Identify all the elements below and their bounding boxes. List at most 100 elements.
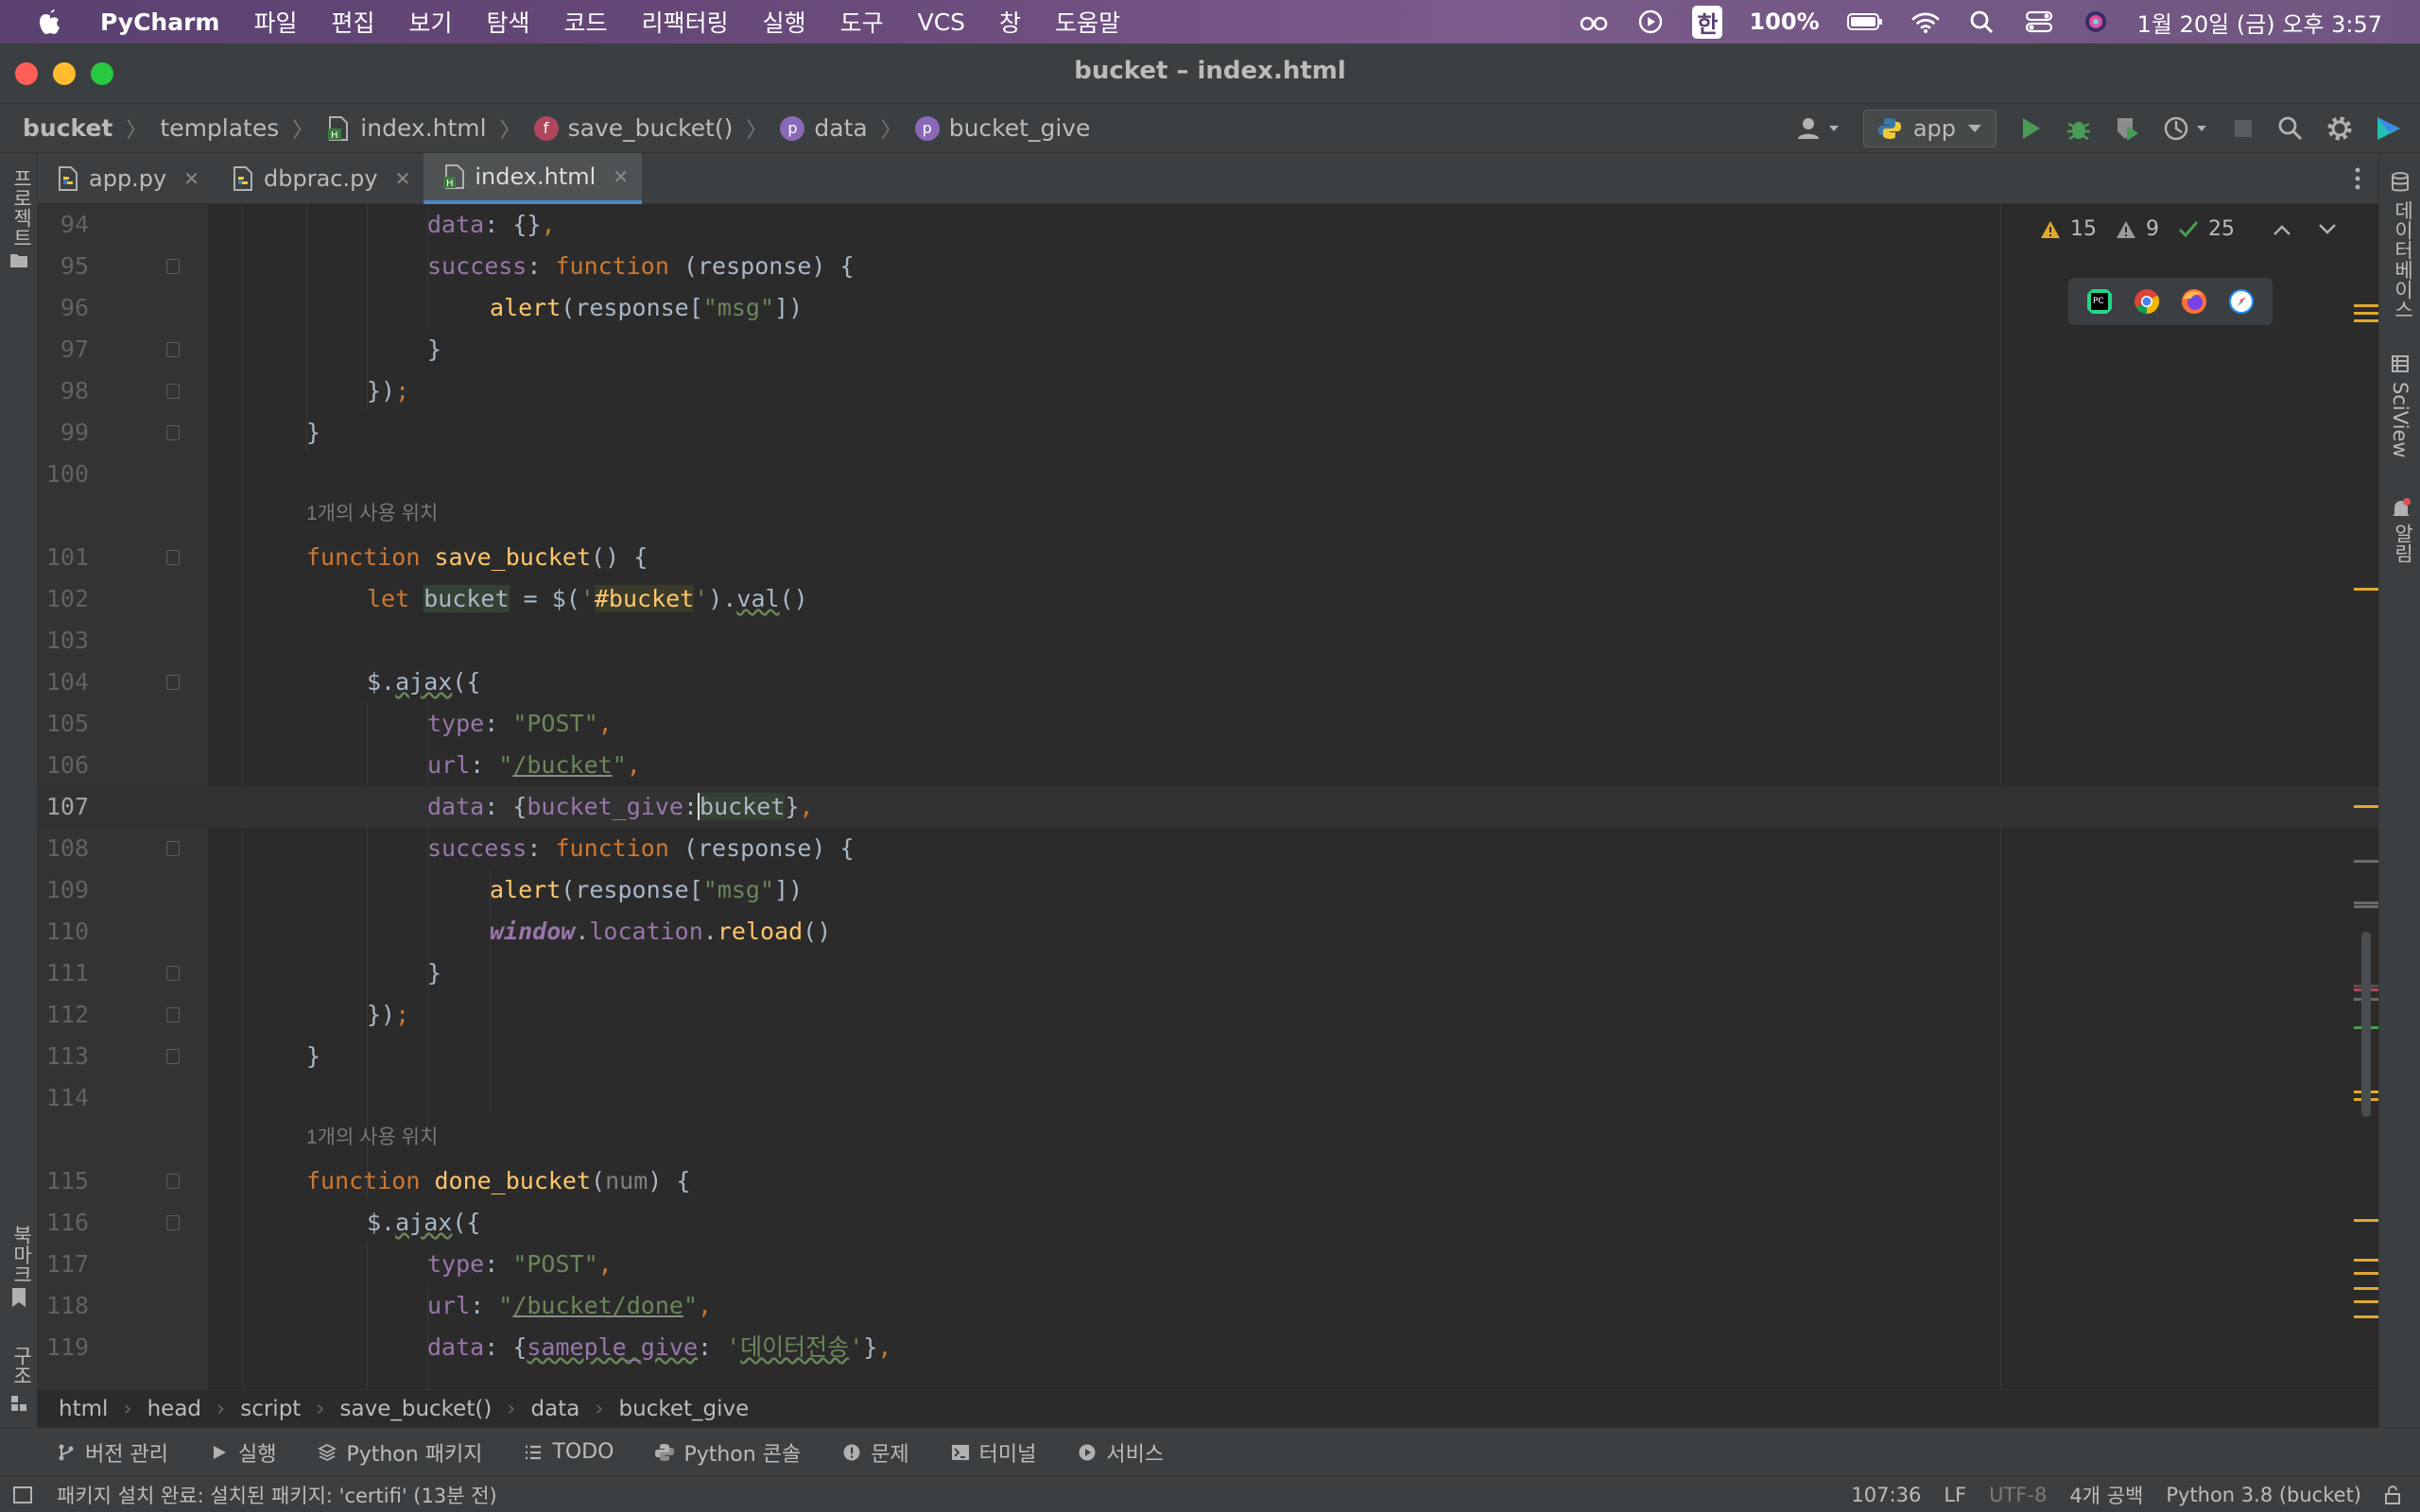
- unlock-icon[interactable]: [2384, 1485, 2401, 1505]
- warning-marker[interactable]: [2354, 1300, 2378, 1303]
- code-line[interactable]: 115 function done_bucket(num) {: [38, 1160, 2378, 1202]
- plugin-logo-icon[interactable]: [2375, 114, 2403, 143]
- project-tool-button[interactable]: 프로젝트: [8, 168, 36, 248]
- fold-marker[interactable]: [166, 342, 180, 357]
- breadcrumb-script[interactable]: script: [240, 1397, 301, 1421]
- more-vertical-icon[interactable]: [2354, 166, 2361, 191]
- warning-marker[interactable]: [2354, 312, 2378, 315]
- sciview-icon[interactable]: [2392, 355, 2409, 372]
- code-line-current[interactable]: 107 data: {bucket_give:bucket},: [38, 786, 2378, 828]
- nav-crumb-bucket-give[interactable]: p bucket_give: [914, 114, 1090, 142]
- input-method-indicator[interactable]: 한: [1692, 5, 1723, 39]
- warning-marker[interactable]: [2354, 588, 2378, 591]
- python-interpreter[interactable]: Python 3.8 (bucket): [2166, 1484, 2361, 1506]
- wifi-icon[interactable]: [1910, 9, 1941, 35]
- menu-app-name[interactable]: PyCharm: [100, 9, 219, 36]
- code-line[interactable]: 114: [38, 1077, 2378, 1119]
- code-line[interactable]: 112});: [38, 994, 2378, 1036]
- code-line[interactable]: 110 window.location.reload(): [38, 911, 2378, 953]
- fold-marker[interactable]: [166, 1007, 180, 1022]
- database-tool-button[interactable]: 데이터베이스: [2389, 200, 2417, 319]
- weak-warning-marker[interactable]: [2354, 905, 2378, 908]
- tab-index-html[interactable]: H index.html ✕: [424, 153, 643, 204]
- run-with-coverage-icon[interactable]: [2114, 114, 2142, 143]
- tab-dbprac-py[interactable]: dbprac.py ✕: [213, 153, 424, 204]
- sciview-tool-button[interactable]: SciView: [2389, 382, 2411, 458]
- toolwindow-todo[interactable]: TODO: [524, 1440, 614, 1464]
- warning-marker[interactable]: [2354, 1272, 2378, 1275]
- caret-position[interactable]: 107:36: [1851, 1484, 1921, 1506]
- structure-tool-button[interactable]: 구조: [8, 1346, 36, 1385]
- error-stripe[interactable]: [2350, 204, 2378, 1389]
- menu-help[interactable]: 도움말: [1055, 5, 1120, 39]
- close-tab-icon[interactable]: ✕: [395, 167, 411, 190]
- code-line[interactable]: 100: [38, 454, 2378, 495]
- control-center-icon[interactable]: [2024, 9, 2054, 35]
- breadcrumb-data[interactable]: data: [531, 1397, 580, 1421]
- user-menu-icon[interactable]: [1795, 114, 1842, 143]
- bookmarks-tool-button[interactable]: 북마크: [8, 1225, 36, 1284]
- code-line[interactable]: 105 type: "POST",: [38, 703, 2378, 745]
- menu-refactor[interactable]: 리팩터링: [642, 5, 729, 39]
- profile-icon[interactable]: [2163, 114, 2210, 143]
- search-everywhere-icon[interactable]: [2276, 114, 2305, 143]
- settings-gear-icon[interactable]: [2325, 114, 2354, 143]
- fold-marker[interactable]: [166, 841, 180, 856]
- menu-navigate[interactable]: 탐색: [487, 5, 530, 39]
- menu-view[interactable]: 보기: [409, 5, 453, 39]
- code-line[interactable]: 111}: [38, 953, 2378, 994]
- bookmark-icon[interactable]: [10, 1287, 27, 1308]
- code-line[interactable]: 97}: [38, 329, 2378, 370]
- close-tab-icon[interactable]: ✕: [613, 165, 629, 188]
- clock[interactable]: 1월 20일 (금) 오후 3:57: [2137, 6, 2382, 39]
- battery-icon[interactable]: [1846, 9, 1884, 35]
- fold-marker[interactable]: [166, 966, 180, 981]
- fold-marker[interactable]: [166, 425, 180, 440]
- warning-marker[interactable]: [2354, 1287, 2378, 1290]
- spotlight-search-icon[interactable]: [1967, 9, 1997, 35]
- usages-hint[interactable]: 1개의 사용 위치: [306, 1117, 438, 1159]
- warning-marker[interactable]: [2354, 319, 2378, 322]
- file-encoding[interactable]: UTF-8: [1989, 1484, 2047, 1506]
- code-line[interactable]: 98});: [38, 370, 2378, 412]
- glasses-icon[interactable]: [1579, 9, 1609, 35]
- weak-warning-marker[interactable]: [2354, 860, 2378, 863]
- toggle-tool-windows-icon[interactable]: [13, 1486, 32, 1503]
- menu-run[interactable]: 실행: [763, 5, 806, 39]
- code-line[interactable]: 108 success: function (response) {: [38, 828, 2378, 869]
- notifications-tool-button[interactable]: 알림: [2389, 524, 2417, 563]
- menu-file[interactable]: 파일: [253, 5, 297, 39]
- nav-crumb-templates[interactable]: templates: [160, 114, 279, 142]
- structure-icon[interactable]: [10, 1395, 27, 1412]
- debug-icon[interactable]: [2065, 114, 2093, 143]
- code-line[interactable]: 113}: [38, 1036, 2378, 1077]
- nav-crumb-project[interactable]: bucket: [23, 114, 112, 142]
- safari-icon[interactable]: [2227, 287, 2256, 316]
- database-icon[interactable]: [2391, 172, 2410, 193]
- pycharm-browser-icon[interactable]: PC: [2085, 287, 2114, 316]
- usages-hint[interactable]: 1개의 사용 위치: [306, 493, 438, 535]
- fold-marker[interactable]: [166, 384, 180, 399]
- breadcrumb-save-bucket[interactable]: save_bucket(): [340, 1397, 493, 1421]
- notifications-bell-icon[interactable]: [2391, 497, 2411, 520]
- fold-marker[interactable]: [166, 259, 180, 274]
- nav-crumb-function[interactable]: f save_bucket(): [533, 114, 733, 142]
- indent-setting[interactable]: 4개 공백: [2069, 1481, 2143, 1509]
- menu-window[interactable]: 창: [999, 5, 1021, 39]
- apple-icon[interactable]: [38, 8, 62, 36]
- fold-marker[interactable]: [166, 675, 180, 690]
- vertical-scrollbar-thumb[interactable]: [2361, 932, 2371, 1117]
- toolwindow-terminal[interactable]: 터미널: [951, 1437, 1036, 1468]
- close-tab-icon[interactable]: ✕: [183, 167, 199, 190]
- fold-marker[interactable]: [166, 1049, 180, 1064]
- code-line[interactable]: 94 data: {},: [38, 204, 2378, 246]
- fold-marker[interactable]: [166, 550, 180, 565]
- menu-vcs[interactable]: VCS: [918, 9, 965, 36]
- toolwindow-python-packages[interactable]: Python 패키지: [318, 1437, 482, 1468]
- warning-marker[interactable]: [2354, 1315, 2378, 1318]
- chevron-down-icon[interactable]: [2318, 223, 2337, 236]
- siri-icon[interactable]: [2081, 9, 2111, 35]
- breadcrumb-html[interactable]: html: [59, 1397, 108, 1421]
- nav-crumb-data[interactable]: p data: [780, 114, 868, 142]
- menu-edit[interactable]: 편집: [332, 5, 375, 39]
